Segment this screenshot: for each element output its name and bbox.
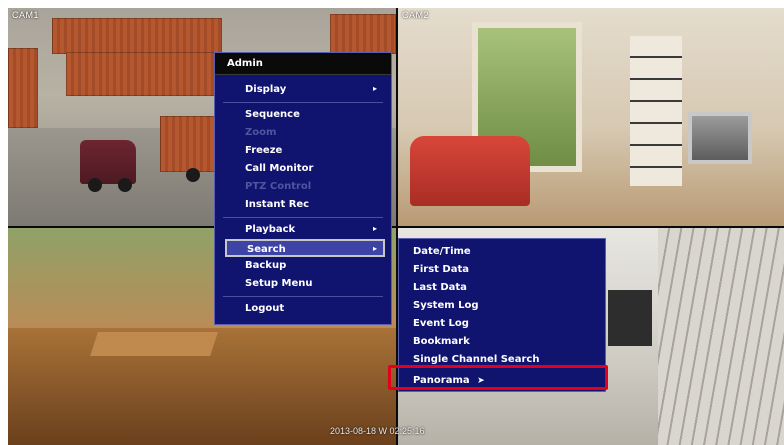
menu-title: Admin bbox=[215, 53, 391, 75]
menu-item-freeze[interactable]: Freeze bbox=[215, 142, 391, 160]
television bbox=[688, 112, 752, 164]
camera-2-view[interactable]: CAM2 bbox=[398, 8, 784, 226]
menu-item-ptz-control: PTZ Control bbox=[215, 178, 391, 196]
menu-item-call-monitor[interactable]: Call Monitor bbox=[215, 160, 391, 178]
submenu-item-event-log[interactable]: Event Log bbox=[399, 315, 605, 333]
menu-item-backup[interactable]: Backup bbox=[215, 257, 391, 275]
menu-item-label: Setup Menu bbox=[245, 278, 313, 289]
menu-item-label: Freeze bbox=[245, 145, 283, 156]
menu-divider bbox=[223, 102, 383, 103]
chaise-lounge bbox=[90, 332, 218, 356]
chevron-right-icon: ▸ bbox=[372, 224, 377, 233]
submenu-item-first-data[interactable]: First Data bbox=[399, 261, 605, 279]
menu-divider bbox=[223, 217, 383, 218]
submenu-item-date-time[interactable]: Date/Time bbox=[399, 243, 605, 261]
menu-item-label: Single Channel Search bbox=[413, 354, 540, 365]
menu-item-label: System Log bbox=[413, 300, 479, 311]
camera-2-label: CAM2 bbox=[402, 10, 430, 20]
menu-item-label: Search bbox=[247, 244, 286, 255]
menu-item-sequence[interactable]: Sequence bbox=[215, 106, 391, 124]
dark-doorway bbox=[608, 290, 652, 346]
chevron-right-icon: ▸ bbox=[372, 84, 377, 93]
wheel bbox=[186, 168, 200, 182]
menu-divider bbox=[223, 296, 383, 297]
menu-item-label: Date/Time bbox=[413, 246, 471, 257]
camera-1-label: CAM1 bbox=[12, 10, 40, 20]
menu-item-setup-menu[interactable]: Setup Menu bbox=[215, 275, 391, 293]
container-3 bbox=[8, 48, 38, 128]
menu-item-instant-rec[interactable]: Instant Rec bbox=[215, 196, 391, 214]
wheel bbox=[88, 178, 102, 192]
menu-item-label: Instant Rec bbox=[245, 199, 310, 210]
container-4 bbox=[330, 14, 396, 54]
chevron-right-icon: ▸ bbox=[372, 244, 377, 253]
menu-item-label: Call Monitor bbox=[245, 163, 314, 174]
container-2 bbox=[66, 52, 226, 96]
stair-railing bbox=[658, 228, 784, 445]
menu-item-search[interactable]: Search ▸ bbox=[225, 239, 385, 257]
menu-item-label: Zoom bbox=[245, 127, 277, 138]
menu-item-label: Event Log bbox=[413, 318, 469, 329]
menu-item-label: Display bbox=[245, 84, 287, 95]
wheel bbox=[118, 178, 132, 192]
menu-item-label: Sequence bbox=[245, 109, 300, 120]
submenu-item-last-data[interactable]: Last Data bbox=[399, 279, 605, 297]
menu-item-zoom: Zoom bbox=[215, 124, 391, 142]
menu-item-logout[interactable]: Logout bbox=[215, 300, 391, 318]
sofa bbox=[410, 136, 530, 206]
menu-item-label: PTZ Control bbox=[245, 181, 312, 192]
container-1 bbox=[52, 18, 222, 54]
container-trailer bbox=[160, 116, 216, 172]
bookshelf bbox=[630, 36, 682, 186]
menu-item-label: Playback bbox=[245, 224, 296, 235]
menu-item-label: Last Data bbox=[413, 282, 467, 293]
menu-item-label: Bookmark bbox=[413, 336, 470, 347]
truck-cab bbox=[80, 140, 136, 184]
submenu-item-system-log[interactable]: System Log bbox=[399, 297, 605, 315]
menu-item-label: First Data bbox=[413, 264, 469, 275]
admin-menu: Admin Display ▸ Sequence Zoom Freeze Cal… bbox=[214, 52, 392, 325]
menu-item-label: Logout bbox=[245, 303, 285, 314]
menu-item-display[interactable]: Display ▸ bbox=[215, 81, 391, 99]
timestamp: 2013-08-18 W 02:25:16 bbox=[330, 426, 425, 436]
submenu-item-bookmark[interactable]: Bookmark bbox=[399, 333, 605, 351]
panorama-highlight-box bbox=[388, 365, 608, 390]
menu-item-label: Backup bbox=[245, 260, 287, 271]
menu-item-playback[interactable]: Playback ▸ bbox=[215, 221, 391, 239]
